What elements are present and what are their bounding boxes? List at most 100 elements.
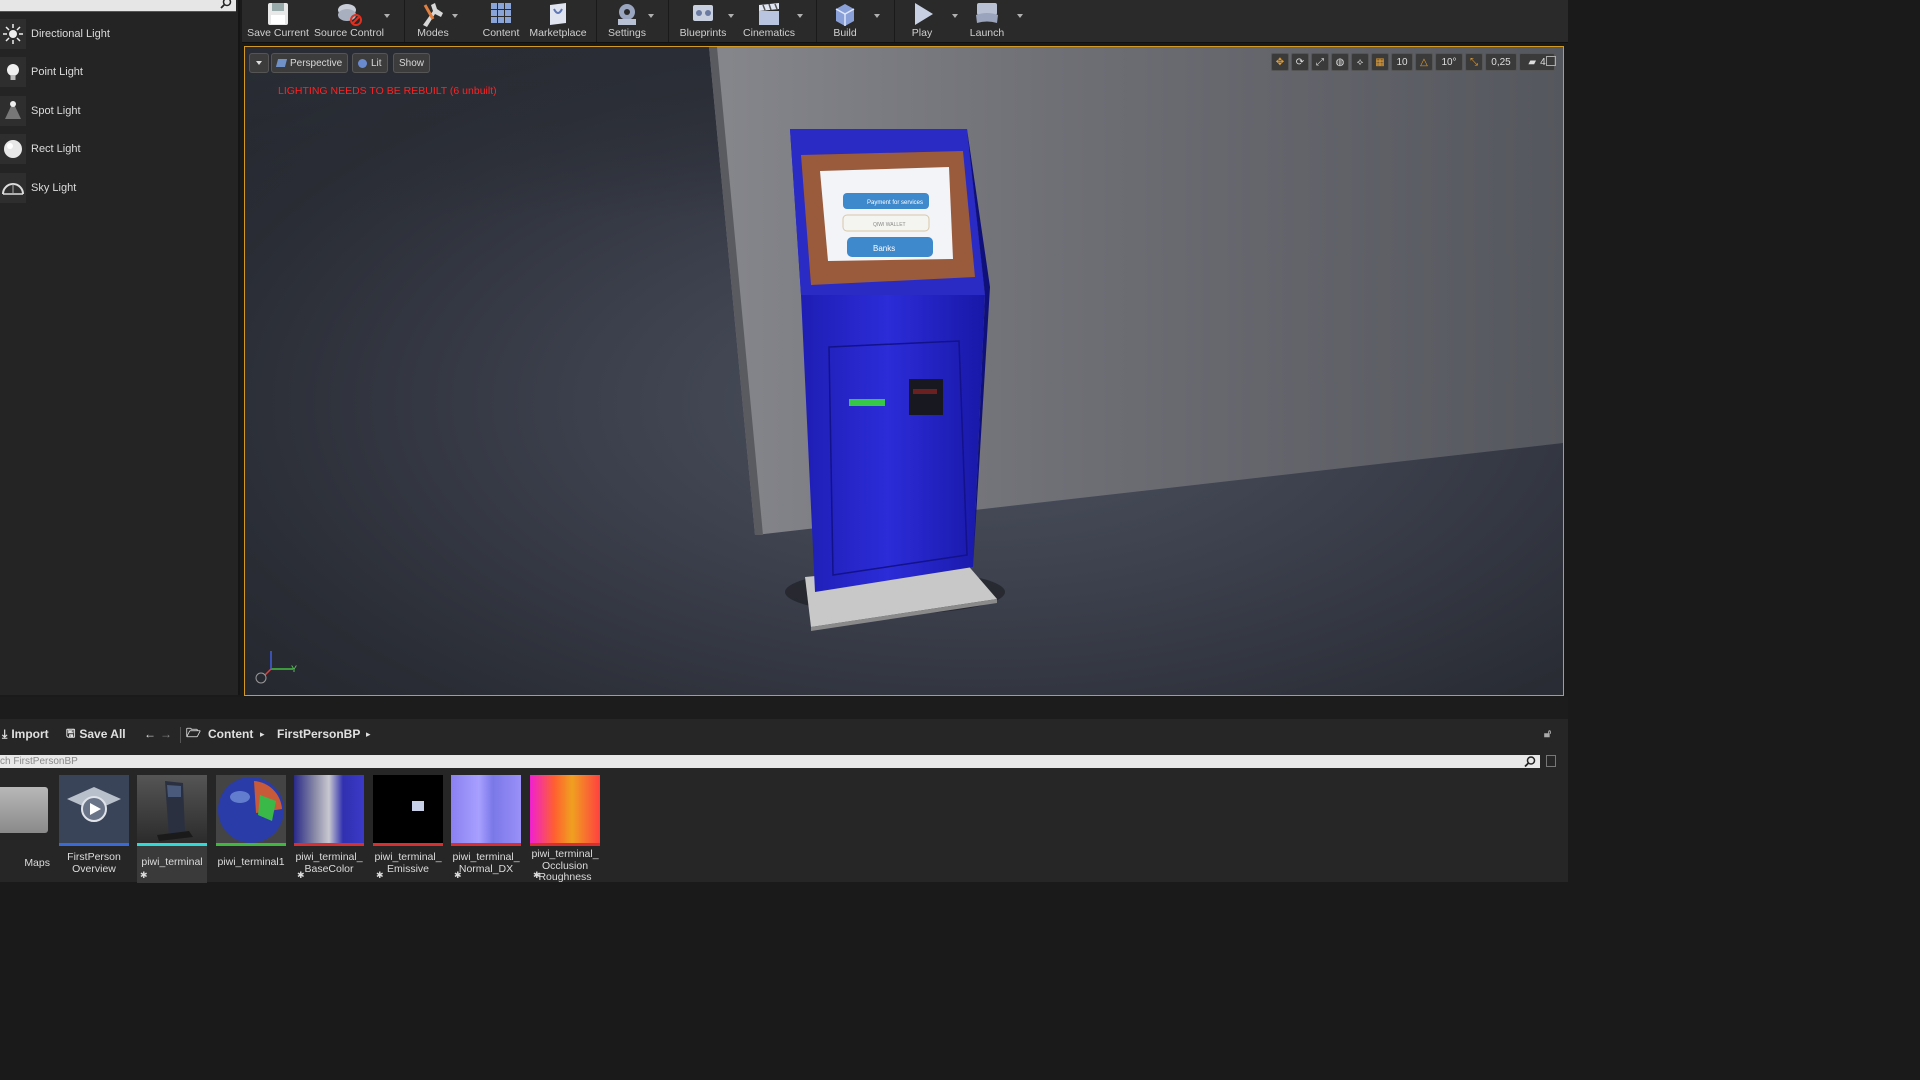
save-current-label: Save Current	[247, 27, 309, 39]
actor-item-directional-light[interactable]: Directional Light	[0, 15, 238, 53]
perspective-button[interactable]: Perspective	[271, 53, 349, 73]
lit-button[interactable]: Lit	[352, 53, 388, 73]
save-current-button[interactable]: Save Current	[246, 0, 310, 42]
play-dropdown[interactable]	[952, 14, 958, 18]
lit-label: Lit	[371, 57, 382, 69]
breadcrumb-arrow-icon[interactable]: ▸	[366, 729, 371, 740]
history-forward-button[interactable]: →	[160, 727, 172, 741]
blueprints-dropdown[interactable]	[728, 14, 734, 18]
asset-tile-firstperson-overview[interactable]: FirstPerson Overview	[59, 775, 129, 883]
asset-type-bar	[294, 843, 364, 846]
actor-item-sky-light[interactable]: Sky Light	[0, 169, 238, 207]
show-label: Show	[399, 57, 425, 69]
level-viewport[interactable]: Payment for services QIWI WALLET Banks Y…	[244, 46, 1564, 696]
asset-tile-piwi-terminal1[interactable]: piwi_terminal1	[216, 775, 286, 883]
gear-icon	[612, 0, 642, 27]
asset-tile-piwi-terminal-occlusion-roughness[interactable]: ✱ piwi_terminal_ Occlusion Roughness	[530, 775, 600, 883]
texture-thumbnail	[373, 775, 443, 845]
unsaved-icon: ✱	[140, 870, 148, 880]
asset-tile-piwi-terminal-emissive[interactable]: ✱ piwi_terminal_ Emissive	[373, 775, 443, 883]
asset-name: piwi_terminal_ BaseColor	[295, 851, 363, 875]
lighting-warning-text: LIGHTING NEEDS TO BE REBUILT (6 unbuilt)	[278, 85, 497, 97]
modes-dropdown[interactable]	[452, 14, 458, 18]
settings-button[interactable]: Settings	[604, 0, 650, 42]
play-button[interactable]: Play	[902, 0, 942, 42]
asset-type-bar	[137, 843, 207, 846]
asset-type-bar	[530, 843, 600, 846]
settings-dropdown[interactable]	[648, 14, 654, 18]
build-dropdown[interactable]	[874, 14, 880, 18]
world-space-button[interactable]: ◍	[1331, 53, 1349, 71]
save-all-button[interactable]: 🖫 Save All	[66, 725, 126, 744]
place-actors-panel: Directional Light Point Light Spot Light…	[0, 0, 240, 695]
launch-label: Launch	[969, 27, 1005, 39]
cinematics-label: Cinematics	[743, 27, 795, 39]
play-icon	[907, 0, 937, 27]
breadcrumb-label: FirstPersonBP	[277, 727, 361, 741]
source-control-dropdown[interactable]	[384, 14, 390, 18]
arrow-right-icon: →	[160, 727, 172, 741]
search-icon	[220, 0, 232, 9]
lock-icon[interactable]: 🔓︎	[1544, 728, 1551, 741]
asset-search-input[interactable]: ch FirstPersonBP	[0, 755, 1540, 768]
show-button[interactable]: Show	[393, 53, 431, 73]
asset-type-bar	[451, 843, 521, 846]
source-control-button[interactable]: Source Control	[314, 0, 384, 42]
scale-snap-icon[interactable]: ⤡	[1465, 53, 1483, 71]
folder-icon: 🗁	[186, 725, 201, 740]
marketplace-button[interactable]: Marketplace	[526, 0, 590, 42]
modes-button[interactable]: Modes	[412, 0, 454, 42]
toolbar-separator	[596, 0, 597, 42]
actor-item-label: Rect Light	[31, 143, 81, 155]
blueprints-icon	[688, 0, 718, 27]
asset-tile-maps[interactable]: Maps	[0, 775, 50, 883]
launch-dropdown[interactable]	[1017, 14, 1023, 18]
search-placeholder: ch FirstPersonBP	[0, 756, 78, 767]
gamepad-icon	[972, 0, 1002, 27]
rotate-tool-button[interactable]: ⟳	[1291, 53, 1309, 71]
save-icon: 🖫	[66, 727, 76, 740]
import-button[interactable]: ⤓ Import	[2, 727, 49, 742]
scale-snap-value[interactable]: 0,25	[1485, 53, 1517, 71]
translate-tool-button[interactable]: ✥	[1271, 53, 1289, 71]
breadcrumb-content[interactable]: Content	[208, 727, 253, 741]
panel-splitter[interactable]	[0, 697, 1568, 719]
cinematics-button[interactable]: Cinematics	[740, 0, 798, 42]
asset-name: Maps	[24, 857, 50, 869]
lit-sphere-icon	[358, 58, 367, 68]
grid-snap-icon[interactable]: ▦	[1371, 53, 1389, 71]
asset-tile-piwi-terminal[interactable]: ✱ piwi_terminal	[137, 775, 207, 883]
content-label: Content	[482, 27, 520, 39]
scale-tool-button[interactable]: ⤢	[1311, 53, 1329, 71]
asset-tile-piwi-terminal-basecolor[interactable]: ✱ piwi_terminal_ BaseColor	[294, 775, 364, 883]
history-back-button[interactable]: ←	[144, 727, 156, 741]
cinematics-dropdown[interactable]	[797, 14, 803, 18]
rect-light-icon	[0, 134, 26, 164]
asset-type-bar	[59, 843, 129, 846]
maximize-viewport-icon[interactable]	[1546, 56, 1556, 66]
asset-name: piwi_terminal_ Normal_DX	[452, 851, 520, 875]
rotation-snap-value[interactable]: 10°	[1435, 53, 1463, 71]
content-button[interactable]: Content	[478, 0, 524, 42]
breadcrumb-arrow-icon[interactable]: ▸	[260, 729, 265, 740]
folder-tree-button[interactable]: 🗁	[186, 724, 201, 745]
actor-item-point-light[interactable]: Point Light	[0, 53, 238, 91]
actor-item-label: Sky Light	[31, 182, 77, 194]
blueprints-button[interactable]: Blueprints	[676, 0, 730, 42]
actor-item-spot-light[interactable]: Spot Light	[0, 92, 238, 130]
viewport-options-button[interactable]	[249, 53, 269, 73]
asset-tile-piwi-terminal-normal-dx[interactable]: ✱ piwi_terminal_ Normal_DX	[451, 775, 521, 883]
texture-thumbnail	[530, 775, 600, 845]
breadcrumb-firstpersonbp[interactable]: FirstPersonBP	[277, 727, 360, 741]
surface-snap-button[interactable]: ⟡	[1351, 53, 1369, 71]
build-label: Build	[833, 27, 857, 39]
place-actors-search[interactable]	[0, 0, 236, 12]
rotation-snap-icon[interactable]: △	[1415, 53, 1433, 71]
screen-banks-text: Banks	[873, 244, 895, 253]
actor-item-rect-light[interactable]: Rect Light	[0, 130, 238, 168]
build-button[interactable]: Build	[826, 0, 864, 42]
grid-snap-value[interactable]: 10	[1391, 53, 1413, 71]
filter-save-icon[interactable]	[1546, 755, 1556, 767]
static-mesh-thumbnail	[137, 775, 207, 845]
launch-button[interactable]: Launch	[964, 0, 1010, 42]
